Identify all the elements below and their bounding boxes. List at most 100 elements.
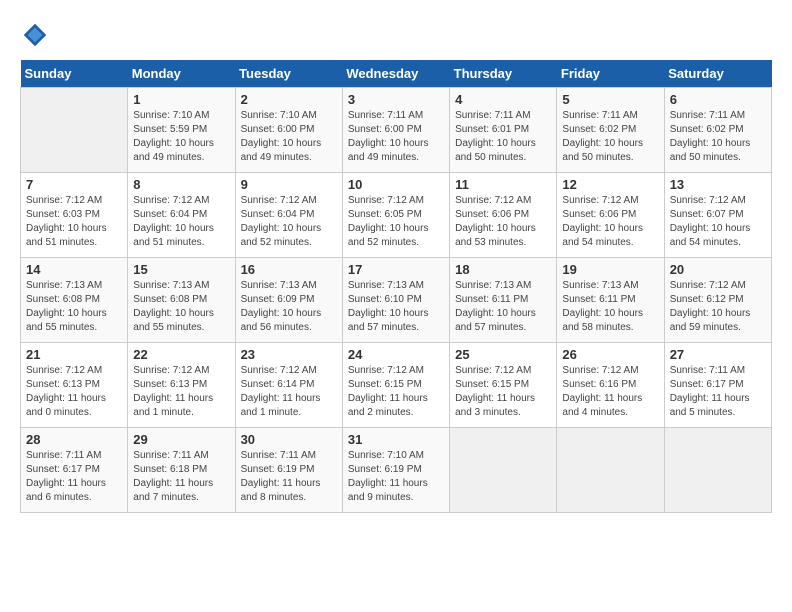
calendar-cell: 3Sunrise: 7:11 AMSunset: 6:00 PMDaylight… <box>342 88 449 173</box>
day-number: 8 <box>133 177 229 192</box>
day-number: 2 <box>241 92 337 107</box>
calendar-cell: 30 Sunrise: 7:11 AMSunset: 6:19 PMDayligh… <box>235 428 342 513</box>
day-info: Sunrise: 7:10 AMSunset: 5:59 PMDaylight:… <box>133 109 229 165</box>
calendar-cell <box>664 428 771 513</box>
day-number: 13 <box>670 177 766 192</box>
day-number: 6 <box>670 92 766 107</box>
calendar-cell: 21 Sunrise: 7:12 AMSunset: 6:13 PMDayligh… <box>21 343 128 428</box>
day-number: 30 <box>241 432 337 447</box>
day-number: 15 <box>133 262 229 277</box>
day-info: Sunrise: 7:11 AMSunset: 6:01 PMDaylight:… <box>455 109 551 165</box>
weekday-tuesday: Tuesday <box>235 60 342 88</box>
day-info: Sunrise: 7:11 AMSunset: 6:19 PMDaylight:… <box>241 449 337 505</box>
calendar-cell: 31Sunrise: 7:10 AMSunset: 6:19 PMDayligh… <box>342 428 449 513</box>
calendar-cell: 29 Sunrise: 7:11 AMSunset: 6:18 PMDayligh… <box>128 428 235 513</box>
calendar-cell: 26 Sunrise: 7:12 AMSunset: 6:16 PMDayligh… <box>557 343 664 428</box>
calendar-body: 1 Sunrise: 7:10 AMSunset: 5:59 PMDaylight… <box>21 88 772 513</box>
calendar-cell: 2 Sunrise: 7:10 AMSunset: 6:00 PMDaylight… <box>235 88 342 173</box>
day-info: Sunrise: 7:10 AMSunset: 6:00 PMDaylight:… <box>241 109 337 165</box>
calendar-week-3: 14 Sunrise: 7:13 AMSunset: 6:08 PMDayligh… <box>21 258 772 343</box>
calendar-cell: 14Sunrise: 7:13 AMSunset: 6:08 PMDayligh… <box>21 258 128 343</box>
day-info: Sunrise: 7:12 AMSunset: 6:16 PMDaylight:… <box>562 364 658 420</box>
calendar-cell: 5Sunrise: 7:11 AMSunset: 6:02 PMDaylight… <box>557 88 664 173</box>
logo <box>20 20 54 50</box>
day-info: Sunrise: 7:11 AMSunset: 6:17 PMDaylight:… <box>670 364 766 420</box>
day-info: Sunrise: 7:12 AMSunset: 6:05 PMDaylight:… <box>348 194 444 250</box>
day-info: Sunrise: 7:12 AMSunset: 6:15 PMDaylight:… <box>455 364 551 420</box>
page-header <box>20 20 772 50</box>
weekday-friday: Friday <box>557 60 664 88</box>
day-number: 28 <box>26 432 122 447</box>
day-info: Sunrise: 7:12 AMSunset: 6:15 PMDaylight:… <box>348 364 444 420</box>
day-number: 11 <box>455 177 551 192</box>
calendar-cell: 4 Sunrise: 7:11 AMSunset: 6:01 PMDaylight… <box>450 88 557 173</box>
weekday-wednesday: Wednesday <box>342 60 449 88</box>
calendar-cell: 22 Sunrise: 7:12 AMSunset: 6:13 PMDayligh… <box>128 343 235 428</box>
calendar-cell: 8 Sunrise: 7:12 AMSunset: 6:04 PMDaylight… <box>128 173 235 258</box>
day-info: Sunrise: 7:12 AMSunset: 6:06 PMDaylight:… <box>455 194 551 250</box>
weekday-header-row: SundayMondayTuesdayWednesdayThursdayFrid… <box>21 60 772 88</box>
day-info: Sunrise: 7:11 AMSunset: 6:00 PMDaylight:… <box>348 109 444 165</box>
calendar-cell: 17 Sunrise: 7:13 AMSunset: 6:10 PMDayligh… <box>342 258 449 343</box>
day-number: 17 <box>348 262 444 277</box>
calendar-cell: 6 Sunrise: 7:11 AMSunset: 6:02 PMDaylight… <box>664 88 771 173</box>
calendar-cell: 27 Sunrise: 7:11 AMSunset: 6:17 PMDayligh… <box>664 343 771 428</box>
calendar-cell: 12 Sunrise: 7:12 AMSunset: 6:06 PMDayligh… <box>557 173 664 258</box>
calendar-week-4: 21 Sunrise: 7:12 AMSunset: 6:13 PMDayligh… <box>21 343 772 428</box>
day-number: 29 <box>133 432 229 447</box>
calendar-cell: 28 Sunrise: 7:11 AMSunset: 6:17 PMDayligh… <box>21 428 128 513</box>
day-number: 22 <box>133 347 229 362</box>
calendar-week-2: 7Sunrise: 7:12 AMSunset: 6:03 PMDaylight… <box>21 173 772 258</box>
day-info: Sunrise: 7:12 AMSunset: 6:14 PMDaylight:… <box>241 364 337 420</box>
day-info: Sunrise: 7:13 AMSunset: 6:11 PMDaylight:… <box>562 279 658 335</box>
day-number: 25 <box>455 347 551 362</box>
day-info: Sunrise: 7:13 AMSunset: 6:08 PMDaylight:… <box>133 279 229 335</box>
calendar-cell: 16Sunrise: 7:13 AMSunset: 6:09 PMDayligh… <box>235 258 342 343</box>
day-number: 1 <box>133 92 229 107</box>
weekday-sunday: Sunday <box>21 60 128 88</box>
day-number: 23 <box>241 347 337 362</box>
calendar-cell: 25 Sunrise: 7:12 AMSunset: 6:15 PMDayligh… <box>450 343 557 428</box>
day-number: 9 <box>241 177 337 192</box>
calendar-cell <box>450 428 557 513</box>
day-number: 16 <box>241 262 337 277</box>
calendar-week-5: 28 Sunrise: 7:11 AMSunset: 6:17 PMDayligh… <box>21 428 772 513</box>
calendar-cell: 20Sunrise: 7:12 AMSunset: 6:12 PMDayligh… <box>664 258 771 343</box>
day-info: Sunrise: 7:11 AMSunset: 6:17 PMDaylight:… <box>26 449 122 505</box>
calendar-cell: 15 Sunrise: 7:13 AMSunset: 6:08 PMDayligh… <box>128 258 235 343</box>
weekday-saturday: Saturday <box>664 60 771 88</box>
calendar-cell: 10Sunrise: 7:12 AMSunset: 6:05 PMDayligh… <box>342 173 449 258</box>
calendar-cell: 1 Sunrise: 7:10 AMSunset: 5:59 PMDaylight… <box>128 88 235 173</box>
day-number: 26 <box>562 347 658 362</box>
weekday-monday: Monday <box>128 60 235 88</box>
day-info: Sunrise: 7:12 AMSunset: 6:03 PMDaylight:… <box>26 194 122 250</box>
day-number: 4 <box>455 92 551 107</box>
day-info: Sunrise: 7:12 AMSunset: 6:04 PMDaylight:… <box>133 194 229 250</box>
calendar-week-1: 1 Sunrise: 7:10 AMSunset: 5:59 PMDaylight… <box>21 88 772 173</box>
logo-icon <box>20 20 50 50</box>
day-number: 12 <box>562 177 658 192</box>
day-info: Sunrise: 7:12 AMSunset: 6:13 PMDaylight:… <box>133 364 229 420</box>
day-number: 14 <box>26 262 122 277</box>
calendar-cell: 13Sunrise: 7:12 AMSunset: 6:07 PMDayligh… <box>664 173 771 258</box>
day-info: Sunrise: 7:12 AMSunset: 6:13 PMDaylight:… <box>26 364 122 420</box>
day-info: Sunrise: 7:11 AMSunset: 6:18 PMDaylight:… <box>133 449 229 505</box>
calendar-cell <box>21 88 128 173</box>
day-info: Sunrise: 7:11 AMSunset: 6:02 PMDaylight:… <box>670 109 766 165</box>
day-info: Sunrise: 7:10 AMSunset: 6:19 PMDaylight:… <box>348 449 444 505</box>
calendar-cell: 24Sunrise: 7:12 AMSunset: 6:15 PMDayligh… <box>342 343 449 428</box>
day-number: 18 <box>455 262 551 277</box>
day-number: 27 <box>670 347 766 362</box>
day-info: Sunrise: 7:12 AMSunset: 6:06 PMDaylight:… <box>562 194 658 250</box>
day-info: Sunrise: 7:13 AMSunset: 6:10 PMDaylight:… <box>348 279 444 335</box>
calendar-cell: 9 Sunrise: 7:12 AMSunset: 6:04 PMDaylight… <box>235 173 342 258</box>
day-number: 21 <box>26 347 122 362</box>
calendar-table: SundayMondayTuesdayWednesdayThursdayFrid… <box>20 60 772 513</box>
day-number: 20 <box>670 262 766 277</box>
calendar-cell: 7Sunrise: 7:12 AMSunset: 6:03 PMDaylight… <box>21 173 128 258</box>
day-info: Sunrise: 7:12 AMSunset: 6:04 PMDaylight:… <box>241 194 337 250</box>
calendar-cell: 23 Sunrise: 7:12 AMSunset: 6:14 PMDayligh… <box>235 343 342 428</box>
day-info: Sunrise: 7:13 AMSunset: 6:11 PMDaylight:… <box>455 279 551 335</box>
day-info: Sunrise: 7:11 AMSunset: 6:02 PMDaylight:… <box>562 109 658 165</box>
day-number: 19 <box>562 262 658 277</box>
